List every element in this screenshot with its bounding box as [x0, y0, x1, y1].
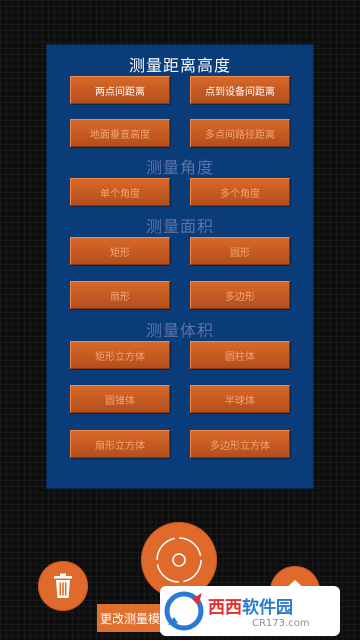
sector-area-button[interactable]: 扇形 — [70, 281, 170, 309]
measure-menu-panel: 测量距离高度 两点间距离 点到设备间距离 地面垂直高度 多点间路径距离 测量角度… — [46, 44, 314, 489]
rectangle-area-button[interactable]: 矩形 — [70, 237, 170, 265]
multi-point-path-distance-button[interactable]: 多点间路径距离 — [190, 119, 290, 147]
section-title-area: 测量面积 — [145, 217, 214, 236]
watermark-brand-red: 西西 — [208, 598, 242, 618]
section-title-volume: 测量体积 — [145, 321, 214, 340]
hemisphere-button[interactable]: 半球体 — [190, 385, 290, 413]
watermark-domain: CR173.com — [252, 618, 310, 629]
rectangular-cuboid-button[interactable]: 矩形立方体 — [70, 341, 170, 369]
crosshair-icon — [156, 537, 202, 583]
section-title-distance-height: 测量距离高度 — [128, 56, 231, 75]
two-point-distance-button[interactable]: 两点间距离 — [70, 76, 170, 104]
change-mode-label[interactable]: 更改测量模 — [100, 610, 160, 627]
site-watermark: 西西软件园 CR173.com — [160, 586, 340, 636]
trash-icon — [54, 573, 72, 598]
polygon-cuboid-button[interactable]: 多边形立方体 — [190, 430, 290, 458]
multiple-angles-button[interactable]: 多个角度 — [190, 178, 290, 206]
ground-vertical-height-button[interactable]: 地面垂直高度 — [70, 119, 170, 147]
delete-button[interactable] — [38, 561, 88, 611]
cr173-logo-icon — [164, 591, 204, 631]
point-to-device-distance-button[interactable]: 点到设备间距离 — [190, 76, 290, 104]
sector-cuboid-button[interactable]: 扇形立方体 — [70, 430, 170, 458]
watermark-brand-blue: 软件园 — [242, 598, 293, 618]
section-title-angle: 测量角度 — [145, 158, 214, 177]
polygon-area-button[interactable]: 多边形 — [190, 281, 290, 309]
cone-button[interactable]: 圆锥体 — [70, 385, 170, 413]
single-angle-button[interactable]: 单个角度 — [70, 178, 170, 206]
cylinder-button[interactable]: 圆柱体 — [190, 341, 290, 369]
circle-area-button[interactable]: 圆形 — [190, 237, 290, 265]
